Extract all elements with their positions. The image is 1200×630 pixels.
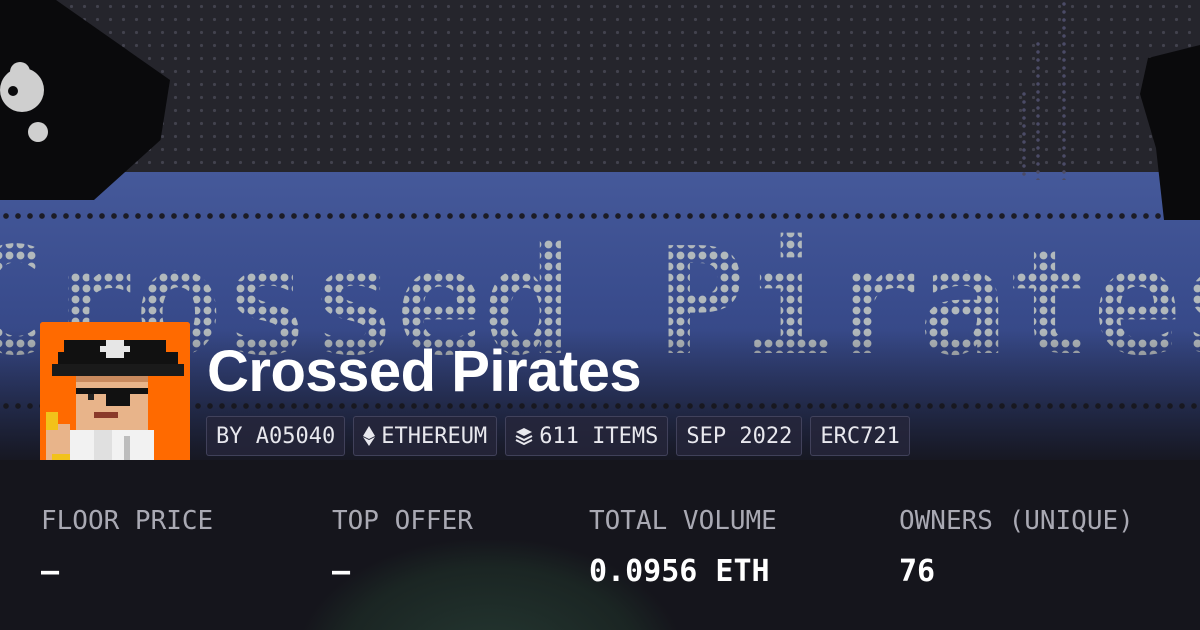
creator-label: BY A05040 <box>216 423 336 449</box>
floor-price-value: – <box>41 554 60 589</box>
chain-chip[interactable]: ETHEREUM <box>353 416 498 456</box>
stat-top-offer: TOP OFFER – <box>332 504 473 592</box>
stat-total-volume: TOTAL VOLUME 0.0956 ETH <box>589 504 777 592</box>
collection-meta-chips: BY A05040 ETHEREUM 611 ITEMS SEP 2022 ER… <box>206 416 910 456</box>
created-date-label: SEP 2022 <box>686 423 793 449</box>
items-label: 611 ITEMS <box>539 423 659 449</box>
banner-dotted-bars <box>1020 0 1090 180</box>
items-chip[interactable]: 611 ITEMS <box>505 416 669 456</box>
stat-owners: OWNERS (UNIQUE) 76 <box>899 504 1134 592</box>
top-offer-value: – <box>332 554 351 589</box>
collection-stats: FLOOR PRICE – TOP OFFER – TOTAL VOLUME 0… <box>0 460 1200 630</box>
ethereum-icon <box>363 426 376 446</box>
owners-value: 76 <box>899 554 936 589</box>
creator-chip[interactable]: BY A05040 <box>206 416 346 456</box>
collection-title: Crossed Pirates <box>207 339 642 404</box>
collection-avatar <box>40 322 190 472</box>
chain-label: ETHEREUM <box>381 423 488 449</box>
pirate-avatar-icon <box>40 322 190 472</box>
created-date-chip[interactable]: SEP 2022 <box>676 416 803 456</box>
stat-floor-price: FLOOR PRICE – <box>41 504 213 592</box>
layers-icon <box>515 428 533 445</box>
total-volume-label: TOTAL VOLUME <box>589 506 777 536</box>
owners-label: OWNERS (UNIQUE) <box>899 506 1134 536</box>
token-standard-chip[interactable]: ERC721 <box>810 416 910 456</box>
top-offer-label: TOP OFFER <box>332 506 473 536</box>
token-standard-label: ERC721 <box>820 423 900 449</box>
total-volume-value: 0.0956 ETH <box>589 554 770 589</box>
floor-price-label: FLOOR PRICE <box>41 506 214 536</box>
